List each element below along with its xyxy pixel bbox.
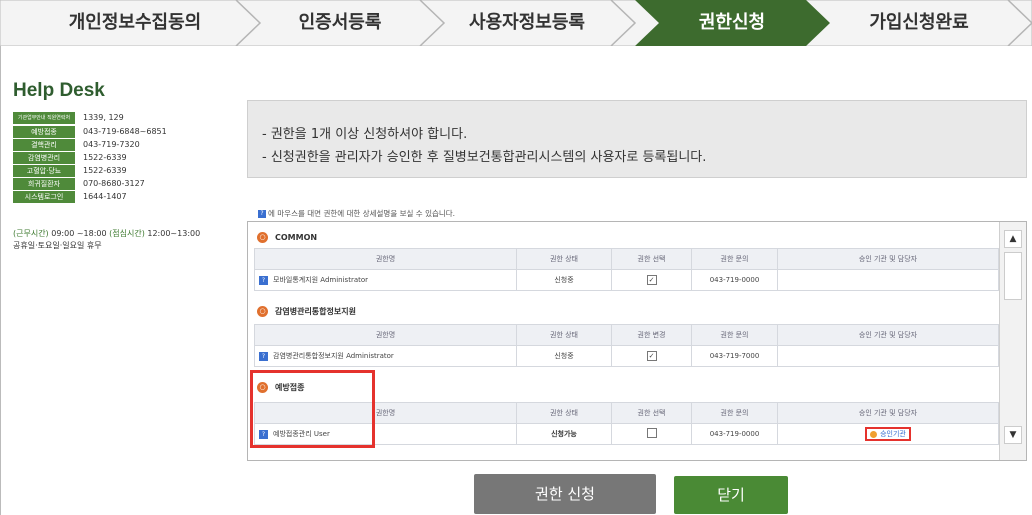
permission-contact: 043-719-0000 bbox=[691, 269, 778, 291]
help-icon: ? bbox=[258, 210, 266, 218]
helpdesk-value: 1644-1407 bbox=[83, 192, 127, 201]
permission-checkbox[interactable]: ✓ bbox=[646, 351, 657, 361]
step-privacy-consent: 개인정보수집동의 bbox=[68, 12, 202, 33]
approver-cell bbox=[777, 345, 999, 367]
lunch-hours-value: 12:00~13:00 bbox=[147, 229, 201, 238]
agency-icon bbox=[870, 430, 878, 438]
helpdesk-value: 043-719-6848~6851 bbox=[83, 127, 167, 136]
helpdesk-row: 예방접종 043-719-6848~6851 bbox=[13, 126, 167, 138]
helpdesk-value: 1522-6339 bbox=[83, 166, 127, 175]
helpdesk-tag: 희귀질환자 bbox=[13, 178, 75, 190]
permission-name: 감염병관리통합정보지원 Administrator bbox=[273, 352, 394, 360]
permission-name-cell: ? 감염병관리통합정보지원 Administrator bbox=[254, 345, 517, 367]
request-permission-button[interactable]: 권한 신청 bbox=[474, 474, 656, 514]
permission-table: 권한명 권한 상태 권한 선택 권한 문의 승인 기관 및 담당자 ? 모바일통계… bbox=[254, 248, 999, 291]
scroll-down-arrow-icon[interactable]: ▼ bbox=[1004, 426, 1022, 444]
close-button[interactable]: 닫기 bbox=[674, 476, 788, 514]
step-user-info-registration: 사용자정보등록 bbox=[469, 12, 585, 33]
help-icon[interactable]: ? bbox=[259, 351, 268, 361]
column-header: 권한 선택 bbox=[611, 402, 692, 424]
helpdesk-value: 1339, 129 bbox=[83, 113, 124, 122]
helpdesk-value: 070-8680-3127 bbox=[83, 179, 145, 188]
table-header-row: 권한명 권한 상태 권한 변경 권한 문의 승인 기관 및 담당자 bbox=[254, 324, 999, 346]
approving-agency-label: 승인기관 bbox=[880, 430, 906, 438]
helpdesk-row: 희귀질환자 070-8680-3127 bbox=[13, 178, 145, 190]
helpdesk-holiday: 공휴일·토요일·일요일 휴무 bbox=[13, 241, 102, 250]
column-header: 권한 문의 bbox=[691, 402, 778, 424]
column-header: 권한 문의 bbox=[691, 324, 778, 346]
step-certificate-registration: 인증서등록 bbox=[298, 12, 382, 33]
permission-contact: 043-719-7000 bbox=[691, 345, 778, 367]
approver-cell: 승인기관 bbox=[777, 423, 999, 445]
column-header: 권한명 bbox=[254, 248, 517, 270]
column-header: 권한 변경 bbox=[611, 324, 692, 346]
highlight-box bbox=[250, 370, 375, 448]
column-header: 권한 상태 bbox=[516, 248, 612, 270]
column-header: 권한명 bbox=[254, 324, 517, 346]
column-header: 승인 기관 및 담당자 bbox=[777, 324, 999, 346]
column-header: 권한 상태 bbox=[516, 324, 612, 346]
hover-hint: ? 에 마우스를 대면 권한에 대한 상세설명을 보실 수 있습니다. bbox=[258, 208, 455, 219]
permission-name: 모바일통계지원 Administrator bbox=[273, 276, 369, 284]
column-header: 권한 상태 bbox=[516, 402, 612, 424]
section-title: ○ COMMON bbox=[257, 232, 317, 243]
column-header: 권한 선택 bbox=[611, 248, 692, 270]
section-title-text: 감염병관리통합정보지원 bbox=[275, 307, 356, 316]
notice-line: - 신청권한을 관리자가 승인한 후 질병보건통합관리시스템의 사용자로 등록됩… bbox=[262, 150, 707, 165]
lunch-hours-label: (점심시간) bbox=[109, 229, 145, 238]
approver-cell bbox=[777, 269, 999, 291]
table-row: ? 감염병관리통합정보지원 Administrator 신청중 ✓ 043-719… bbox=[254, 345, 999, 367]
permission-select-cell: ✓ bbox=[611, 345, 692, 367]
helpdesk-tag: 감염병관리 bbox=[13, 152, 75, 164]
permission-checkbox[interactable] bbox=[646, 428, 657, 438]
scroll-up-arrow-icon[interactable]: ▲ bbox=[1004, 230, 1022, 248]
helpdesk-row: 결핵관리 043-719-7320 bbox=[13, 139, 140, 151]
scroll-thumb[interactable] bbox=[1004, 252, 1022, 300]
notice-box: - 권한을 1개 이상 신청하셔야 합니다. - 신청권한을 관리자가 승인한 … bbox=[247, 100, 1027, 178]
helpdesk-row: 시스템로그인 1644-1407 bbox=[13, 191, 127, 203]
section-title: ○ 감염병관리통합정보지원 bbox=[257, 306, 356, 317]
helpdesk-row: 감염병관리 1522-6339 bbox=[13, 152, 127, 164]
table-header-row: 권한명 권한 상태 권한 선택 권한 문의 승인 기관 및 담당자 bbox=[254, 248, 999, 270]
hover-hint-text: 에 마우스를 대면 권한에 대한 상세설명을 보실 수 있습니다. bbox=[268, 209, 456, 218]
table-row: ? 모바일통계지원 Administrator 신청중 ✓ 043-719-000… bbox=[254, 269, 999, 291]
helpdesk-tag: 고혈압·당뇨 bbox=[13, 165, 75, 177]
permission-contact: 043-719-0000 bbox=[691, 423, 778, 445]
helpdesk-value: 043-719-7320 bbox=[83, 140, 140, 149]
help-icon[interactable]: ? bbox=[259, 275, 268, 285]
helpdesk-tag: 시스템로그인 bbox=[13, 191, 75, 203]
column-header: 승인 기관 및 담당자 bbox=[777, 402, 999, 424]
helpdesk-tag: 결핵관리 bbox=[13, 139, 75, 151]
approving-agency-link[interactable]: 승인기관 bbox=[865, 427, 911, 441]
left-border bbox=[0, 46, 1, 515]
helpdesk-value: 1522-6339 bbox=[83, 153, 127, 162]
helpdesk-tag: 예방접종 bbox=[13, 126, 75, 138]
step-signup-complete: 가입신청완료 bbox=[869, 12, 969, 33]
permission-status: 신청중 bbox=[516, 345, 612, 367]
step-permission-request: 권한신청 bbox=[698, 12, 766, 33]
helpdesk-row: 기관업무안내 직원연락처 1339, 129 bbox=[13, 112, 124, 124]
permission-select-cell: ✓ bbox=[611, 269, 692, 291]
permission-checkbox[interactable]: ✓ bbox=[646, 275, 657, 285]
permission-status: 신청가능 bbox=[516, 423, 612, 445]
notice-line: - 권한을 1개 이상 신청하셔야 합니다. bbox=[262, 127, 468, 142]
permission-name-cell: ? 모바일통계지원 Administrator bbox=[254, 269, 517, 291]
helpdesk-tag: 기관업무안내 직원연락처 bbox=[13, 112, 75, 124]
permission-table: 권한명 권한 상태 권한 변경 권한 문의 승인 기관 및 담당자 ? 감염병관리… bbox=[254, 324, 999, 367]
work-hours-label: (근무시간) bbox=[13, 229, 49, 238]
helpdesk-row: 고혈압·당뇨 1522-6339 bbox=[13, 165, 127, 177]
column-header: 권한 문의 bbox=[691, 248, 778, 270]
helpdesk-hours: (근무시간) 09:00 ~18:00 (점심시간) 12:00~13:00 bbox=[13, 228, 200, 239]
section-title-text: COMMON bbox=[275, 233, 318, 242]
bullet-icon: ○ bbox=[257, 232, 268, 243]
column-header: 승인 기관 및 담당자 bbox=[777, 248, 999, 270]
permission-status: 신청중 bbox=[516, 269, 612, 291]
permission-select-cell bbox=[611, 423, 692, 445]
panel-scrollbar[interactable]: ▲ ▼ bbox=[999, 222, 1026, 460]
work-hours-value: 09:00 ~18:00 bbox=[51, 229, 107, 238]
helpdesk-title: Help Desk bbox=[13, 80, 105, 101]
bullet-icon: ○ bbox=[257, 306, 268, 317]
